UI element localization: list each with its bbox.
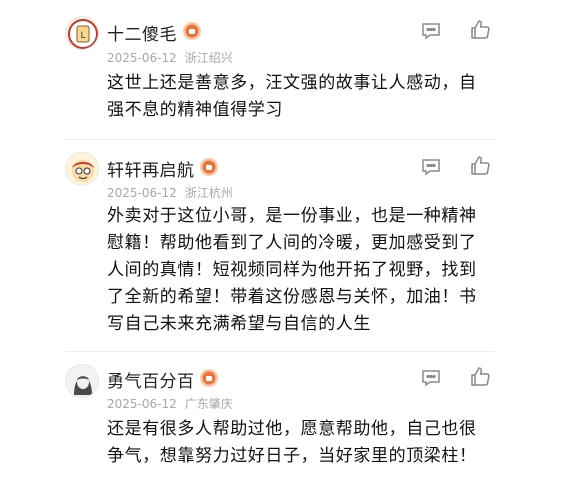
comment-location: 浙江杭州 bbox=[184, 186, 233, 200]
comment-feed: L 十二傻毛 2025-06-12 浙江绍兴 这世上还是善意多，汪文强的故事让人感… bbox=[0, 0, 572, 480]
comment-text: 这世上还是善意多，汪文强的故事让人感动，自 强不息的精神值得学习 bbox=[107, 70, 497, 124]
divider bbox=[65, 351, 495, 352]
comment-line: 强不息的精神值得学习 bbox=[107, 100, 283, 120]
comment-meta: 2025-06-12 浙江绍兴 bbox=[107, 49, 233, 66]
user-avatar[interactable]: L bbox=[65, 16, 99, 50]
comment-line: 人间的真情！短视频同样为他开拓了视野，找到 bbox=[107, 260, 477, 280]
cartoon-boy-avatar bbox=[66, 153, 98, 185]
comment-text: 外卖对于这位小哥，是一份事业，也是一种精神 慰籍！帮助他看到了人间的冷暖，更加感… bbox=[107, 203, 497, 338]
svg-text:L: L bbox=[80, 31, 85, 41]
bus-stop-cartoon-avatar: L bbox=[66, 17, 98, 49]
comment-line: 了全新的希望！带着这份感恩与关怀，加油！书 bbox=[107, 287, 477, 307]
reply-icon[interactable] bbox=[419, 19, 443, 43]
comment-date: 2025-06-12 bbox=[107, 51, 177, 65]
comment-date: 2025-06-12 bbox=[107, 186, 177, 200]
comment-location: 浙江绍兴 bbox=[184, 51, 233, 65]
comment-line: 写自己未来充满希望与自信的人生 bbox=[107, 314, 371, 334]
reply-icon[interactable] bbox=[419, 366, 443, 390]
like-icon[interactable] bbox=[468, 18, 492, 42]
level-badge-icon bbox=[199, 368, 219, 388]
user-avatar[interactable] bbox=[65, 152, 99, 186]
like-icon[interactable] bbox=[468, 154, 492, 178]
level-badge-icon bbox=[182, 21, 202, 41]
comment-line: 慰籍！帮助他看到了人间的冷暖，更加感受到了 bbox=[107, 233, 477, 253]
user-avatar[interactable] bbox=[65, 364, 99, 398]
comment-line: 这世上还是善意多，汪文强的故事让人感动，自 bbox=[107, 73, 477, 93]
username[interactable]: 勇气百分百 bbox=[107, 367, 195, 392]
reply-icon[interactable] bbox=[419, 155, 443, 179]
sketch-girl-avatar bbox=[66, 365, 98, 397]
divider bbox=[65, 139, 495, 140]
comment-line: 外卖对于这位小哥，是一份事业，也是一种精神 bbox=[107, 206, 477, 226]
like-icon[interactable] bbox=[468, 365, 492, 389]
comment-date: 2025-06-12 bbox=[107, 397, 177, 411]
comment-line: 争气，想靠努力过好日子，当好家里的顶梁柱！ bbox=[107, 446, 477, 466]
comment-location: 广东肇庆 bbox=[184, 397, 233, 411]
comment-text: 还是有很多人帮助过他，愿意帮助他，自己也很 争气，想靠努力过好日子，当好家里的顶… bbox=[107, 416, 497, 470]
username[interactable]: 轩轩再启航 bbox=[107, 156, 195, 181]
comment-meta: 2025-06-12 浙江杭州 bbox=[107, 184, 233, 201]
comment-meta: 2025-06-12 广东肇庆 bbox=[107, 395, 233, 412]
username[interactable]: 十二傻毛 bbox=[107, 20, 177, 45]
level-badge-icon bbox=[199, 157, 219, 177]
comment-line: 还是有很多人帮助过他，愿意帮助他，自己也很 bbox=[107, 419, 477, 439]
